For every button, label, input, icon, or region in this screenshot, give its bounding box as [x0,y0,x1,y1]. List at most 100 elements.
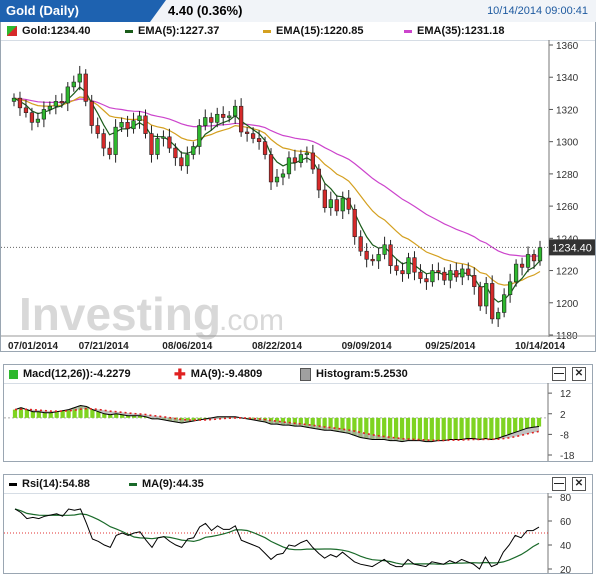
macd-bar [36,411,41,418]
y-tick-label: 1280 [556,170,579,181]
macd-bar [453,417,458,440]
price-chart[interactable]: Investing.com118012001220124012601280130… [1,40,595,351]
x-tick-label: 08/06/2014 [162,341,212,351]
rsi-legend: Rsi(14):54.88 MA(9):44.35 — ✕ [4,475,592,494]
macd-bar [30,411,35,418]
candle-body [519,263,525,268]
candle-body [65,86,70,104]
macd-chart[interactable]: 12 2 -8 -18 [4,383,592,461]
candle-body [29,112,35,123]
candle-body [376,254,381,262]
price-legend: Gold:1234.40 EMA(5):1227.37 EMA(15):1220… [1,22,595,41]
candle-body [340,197,345,212]
candle-body [107,147,112,155]
ema15-swatch-icon [263,29,271,33]
legend-macd: Macd(12,26)):-4.2279 [9,365,131,383]
macd-bar [495,417,500,439]
y-tick-label: 40 [560,541,572,552]
legend-gold: Gold:1234.40 [7,22,90,40]
legend-ema35: EMA(35):1231.18 [404,22,504,40]
candle-body [537,247,543,262]
macd-bar [12,409,18,418]
minimize-icon[interactable]: — [552,477,566,491]
candle-body [507,281,513,296]
candle-body [23,107,29,113]
candle-body [448,270,453,281]
candle-body [244,131,250,134]
candle-body [173,147,178,159]
x-tick-label: 09/09/2014 [342,341,392,351]
macd-legend: Macd(12,26)):-4.2279 ✚ MA(9):-9.4809 Hist… [4,365,592,384]
legend-ema5: EMA(5):1227.37 [125,22,219,40]
candle-body [47,105,52,110]
watermark-suffix: .com [219,304,284,337]
candle-body [400,270,405,275]
y-tick-label: 20 [560,565,572,573]
candle-body [203,117,208,126]
candle-body [496,312,501,320]
close-icon[interactable]: ✕ [572,367,586,381]
candle-body [292,157,298,163]
candle-body [155,138,160,155]
macd-bar [507,417,512,435]
candle-body [490,283,495,320]
candle-body [131,120,136,130]
candle-body [185,154,190,167]
rsi-ma-line [14,508,540,565]
macd-bar [405,417,411,441]
rsi-chart[interactable]: 80 60 40 20 [4,493,592,573]
candle-body [358,236,363,252]
candle-body [41,109,47,120]
candle-body [280,173,286,178]
quote-datetime: 10/14/2014 09:00:41 [487,5,588,17]
legend-ema15: EMA(15):1220.85 [263,22,363,40]
instrument-title: Gold (Daily) [0,0,150,22]
macd-bar [519,417,524,431]
watermark-logo: Investing [19,288,221,340]
y-tick-label: 1320 [556,105,579,116]
legend-macd-ma: ✚ MA(9):-9.4809 [174,365,262,383]
candle-body [442,271,447,281]
candle-body [59,101,64,104]
macd-bar [489,417,494,440]
y-tick-label: 2 [560,410,566,421]
y-tick-label: -8 [560,430,569,441]
legend-ema5-text: EMA(5):1227.37 [138,25,220,37]
y-tick-label: 1260 [556,202,579,213]
candle-body [143,115,148,134]
macd-bar [429,417,434,442]
y-tick-label: 12 [560,389,572,400]
candle-body [11,97,17,102]
macd-bar [501,417,506,437]
macd-swatch-icon [9,369,18,379]
candle-body [256,138,262,142]
candle-body [125,122,130,130]
candle-body [466,268,471,276]
candle-body [304,152,310,155]
minimize-icon[interactable]: — [552,367,566,381]
ema5-swatch-icon [125,29,133,33]
macd-panel: Macd(12,26)):-4.2279 ✚ MA(9):-9.4809 Hist… [3,364,593,462]
candle-body [209,117,214,123]
candle-body [525,254,531,268]
candle-body [412,257,417,273]
title-tab-notch [150,0,166,22]
y-tick-label: 60 [560,517,572,528]
y-tick-label: -18 [560,451,575,461]
candle-body [83,73,88,102]
macd-bar [465,417,470,439]
candle-body [502,294,507,313]
candle-body [77,73,82,83]
close-icon[interactable]: ✕ [572,477,586,491]
macd-bar [423,417,428,442]
macd-bar [417,417,423,441]
rsi-swatch-icon [9,482,17,486]
chart-header: Gold (Daily) 4.40 (0.36%) 10/14/2014 09:… [0,0,596,23]
candle-body [35,118,41,123]
legend-rsi-ma-text: MA(9):44.35 [142,478,204,490]
macd-bar [48,412,53,418]
candle-body [418,271,423,279]
candle-body [274,176,280,183]
macd-bar [513,417,518,433]
price-change: 4.40 (0.36%) [168,3,243,18]
